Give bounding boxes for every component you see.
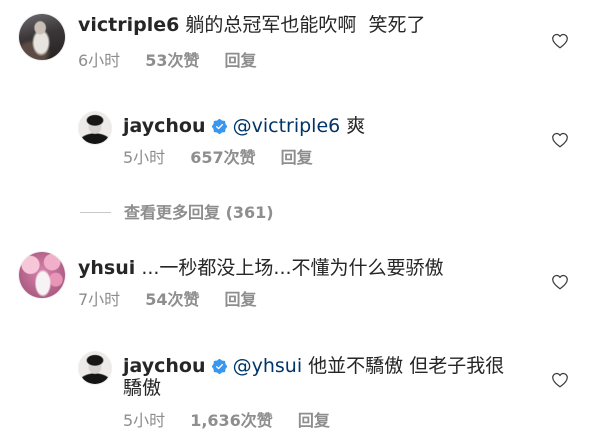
comment-text: 躺的总冠军也能吹啊 笑死了 — [185, 14, 426, 36]
view-more-replies[interactable]: 查看更多回复 (361) — [0, 200, 600, 226]
comment-meta: 6小时 53次赞 回复 — [78, 50, 256, 72]
comment-time: 7小时 — [78, 290, 121, 309]
reply-avatar[interactable] — [79, 352, 111, 384]
reply-time: 5小时 — [123, 411, 166, 430]
reply-likes[interactable]: 1,636次赞 — [190, 410, 273, 432]
reply-username[interactable]: jaychou — [123, 115, 206, 137]
reply-username[interactable]: jaychou — [123, 355, 206, 377]
reply-button[interactable]: 回复 — [281, 147, 313, 169]
reply-button[interactable]: 回复 — [224, 289, 256, 311]
comment-time: 6小时 — [78, 51, 121, 70]
reply-avatar[interactable] — [79, 112, 111, 144]
reply-mention[interactable]: @victriple6 — [233, 115, 341, 137]
reply-mention[interactable]: @yhsui — [233, 355, 303, 377]
heart-icon[interactable] — [551, 33, 569, 49]
comment-avatar[interactable] — [19, 14, 65, 60]
reply-meta: 5小时 1,636次赞 回复 — [123, 410, 330, 432]
reply-time: 5小时 — [123, 148, 166, 167]
comment-username[interactable]: yhsui — [78, 257, 135, 279]
comment-body: victriple6 躺的总冠军也能吹啊 笑死了 — [78, 14, 538, 36]
heart-icon[interactable] — [551, 132, 569, 148]
view-more-replies-label[interactable]: 查看更多回复 (361) — [124, 202, 274, 224]
heart-icon[interactable] — [551, 372, 569, 388]
comment-text: ...一秒都没上场...不懂为什么要骄傲 — [141, 257, 444, 279]
verified-badge-icon — [211, 119, 227, 134]
reply-body: jaychou @victriple6 爽 — [123, 115, 515, 137]
comment-likes[interactable]: 53次赞 — [145, 50, 199, 72]
comment-body: yhsui ...一秒都没上场...不懂为什么要骄傲 — [78, 257, 538, 279]
heart-icon[interactable] — [551, 274, 569, 290]
reply-meta: 5小时 657次赞 回复 — [123, 147, 313, 169]
comment-meta: 7小时 54次赞 回复 — [78, 289, 256, 311]
comment-avatar[interactable] — [19, 252, 65, 298]
reply-button[interactable]: 回复 — [224, 50, 256, 72]
reply-button[interactable]: 回复 — [298, 410, 330, 432]
reply-body: jaychou @yhsui 他並不驕傲 但老子我很驕傲 — [123, 355, 515, 399]
verified-badge-icon — [211, 359, 227, 374]
comment-likes[interactable]: 54次赞 — [145, 289, 199, 311]
reply-text: 爽 — [346, 115, 366, 137]
thread-line — [80, 212, 111, 213]
comment-username[interactable]: victriple6 — [78, 14, 179, 36]
reply-likes[interactable]: 657次赞 — [190, 147, 255, 169]
